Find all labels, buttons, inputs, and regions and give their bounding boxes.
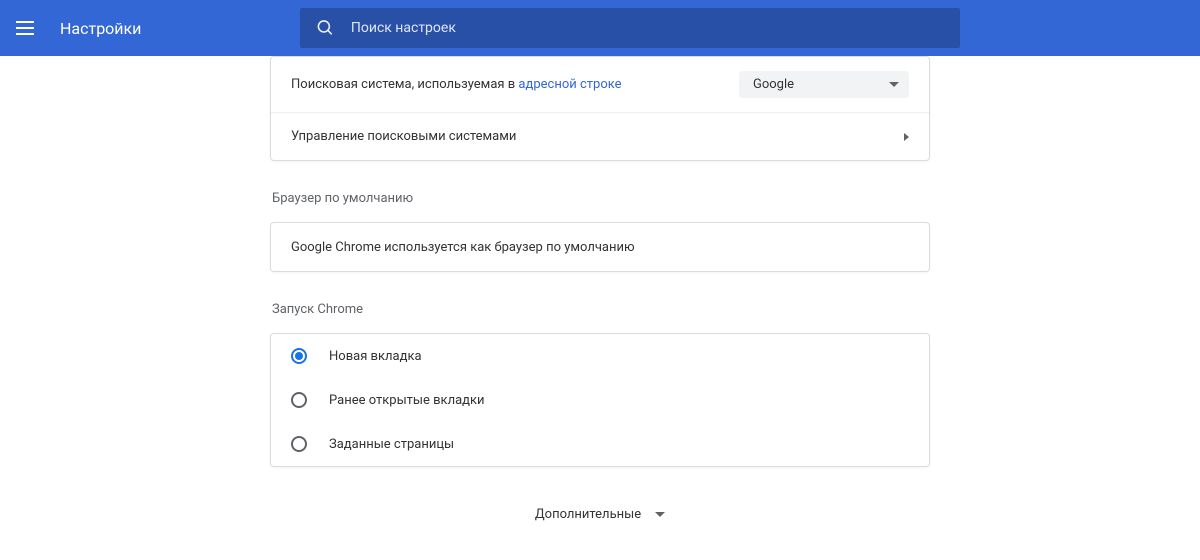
startup-option-continue[interactable]: Ранее открытые вкладки — [271, 378, 929, 422]
default-browser-status-row: Google Chrome используется как браузер п… — [271, 223, 929, 271]
search-box[interactable] — [300, 8, 960, 48]
search-engine-selected: Google — [753, 77, 794, 92]
radio-icon — [291, 392, 307, 408]
search-icon — [316, 18, 335, 38]
chevron-right-icon — [904, 133, 909, 141]
startup-option-label: Заданные страницы — [329, 437, 454, 452]
search-engine-row: Поисковая система, используемая в адресн… — [271, 57, 929, 112]
chevron-down-icon — [889, 82, 899, 87]
manage-search-engines-row[interactable]: Управление поисковыми системами — [271, 112, 929, 160]
page-title: Настройки — [60, 19, 141, 38]
default-browser-card: Google Chrome используется как браузер п… — [270, 222, 930, 272]
header: Настройки — [0, 0, 1200, 56]
radio-icon — [291, 348, 307, 364]
advanced-label: Дополнительные — [535, 507, 641, 522]
default-browser-title: Браузер по умолчанию — [272, 191, 930, 206]
chevron-down-icon — [655, 512, 665, 517]
startup-card: Новая вкладка Ранее открытые вкладки Зад… — [270, 333, 930, 467]
manage-search-engines-label: Управление поисковыми системами — [291, 129, 904, 144]
address-bar-link[interactable]: адресной строке — [518, 77, 621, 92]
content: Поисковая система, используемая в адресн… — [270, 56, 930, 522]
search-engine-select[interactable]: Google — [739, 71, 909, 98]
advanced-button[interactable]: Дополнительные — [270, 507, 930, 522]
default-browser-status: Google Chrome используется как браузер п… — [291, 240, 635, 255]
search-engine-label: Поисковая система, используемая в адресн… — [291, 77, 739, 92]
startup-option-specific[interactable]: Заданные страницы — [271, 422, 929, 466]
search-engine-card: Поисковая система, используемая в адресн… — [270, 56, 930, 161]
startup-option-new-tab[interactable]: Новая вкладка — [271, 334, 929, 378]
radio-icon — [291, 436, 307, 452]
search-engine-label-text: Поисковая система, используемая в — [291, 77, 518, 92]
startup-option-label: Новая вкладка — [329, 349, 422, 364]
startup-title: Запуск Chrome — [272, 302, 930, 317]
search-input[interactable] — [351, 20, 944, 36]
startup-option-label: Ранее открытые вкладки — [329, 393, 485, 408]
menu-icon[interactable] — [16, 16, 40, 40]
